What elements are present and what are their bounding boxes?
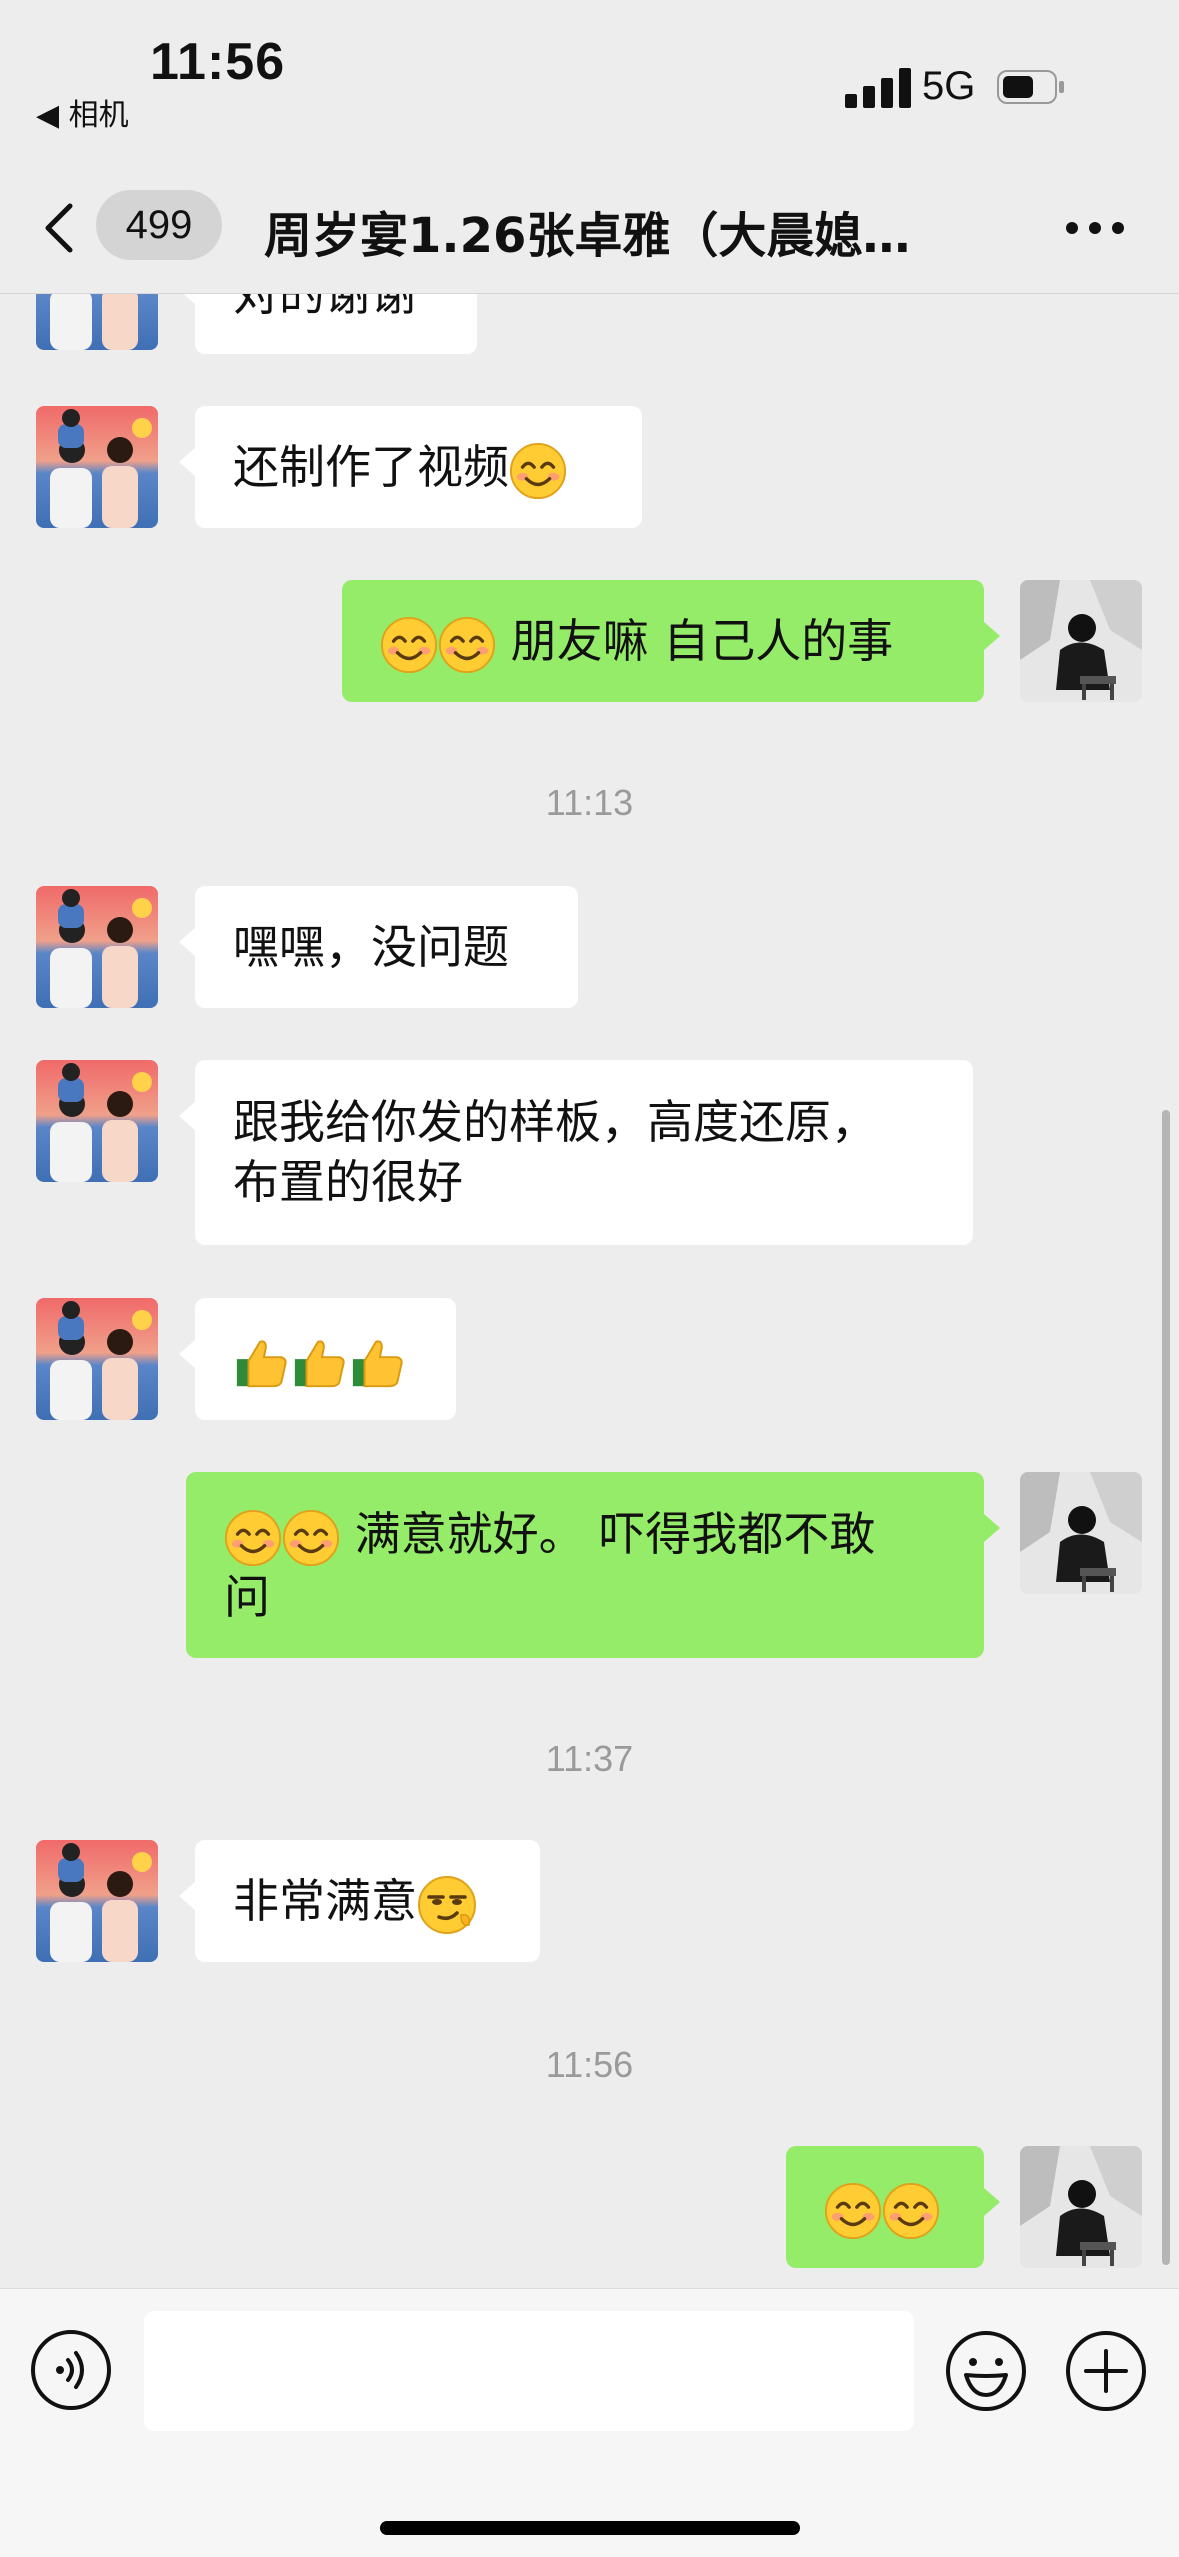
message-text-line: 问 (224, 1569, 270, 1624)
contact-avatar[interactable] (36, 1060, 158, 1182)
message-text: 还制作了视频 (233, 440, 509, 494)
thumbs-up-icon (233, 1334, 291, 1392)
contact-avatar[interactable] (36, 1298, 158, 1420)
input-bar (0, 2288, 1179, 2557)
battery-icon (997, 70, 1064, 104)
message-bubble[interactable]: 非常满意 (179, 1840, 540, 1962)
message-bubble[interactable]: 朋友嘛 自己人的事 (342, 580, 1000, 702)
message-text: 对的谢谢 (233, 294, 417, 321)
signal-icon (845, 68, 911, 108)
message-bubble[interactable] (786, 2146, 1000, 2268)
message-text-line: 满意就好。 吓得我都不敢 (224, 1504, 946, 1567)
contact-avatar[interactable] (36, 1840, 158, 1962)
contact-avatar[interactable] (36, 406, 158, 528)
scrollbar[interactable] (1162, 1110, 1170, 2265)
message-text: 满意就好。 吓得我都不敢 (340, 1507, 876, 1561)
back-to-app-link[interactable]: ◀ 相机 (36, 90, 129, 134)
smiling-face-icon (282, 1509, 340, 1567)
my-avatar[interactable] (1020, 2146, 1142, 2268)
smirking-face-icon (417, 1875, 477, 1935)
voice-icon[interactable] (30, 2329, 112, 2411)
thumbs-up-icon (349, 1334, 407, 1392)
emoji-icon[interactable] (944, 2329, 1028, 2413)
smiling-face-icon (509, 442, 567, 500)
chat-title: 周岁宴1.26张卓雅（大晨媳… (264, 208, 911, 264)
network-type: 5G (922, 64, 976, 108)
smiling-face-icon (824, 2182, 882, 2240)
message-text-line: 跟我给你发的样板，高度还原， (233, 1095, 877, 1149)
message-bubble[interactable]: 对的谢谢 (179, 294, 477, 354)
my-avatar[interactable] (1020, 580, 1142, 702)
contact-avatar[interactable] (36, 294, 158, 350)
smiling-face-icon (380, 616, 438, 674)
contact-avatar[interactable] (36, 886, 158, 1008)
message-input[interactable] (144, 2311, 914, 2431)
more-icon[interactable] (1060, 200, 1130, 256)
thumbs-up-icon (291, 1334, 349, 1392)
timestamp: 11:37 (545, 1738, 634, 1779)
unread-badge[interactable]: 499 (96, 190, 222, 260)
message-list[interactable]: 对的谢谢 还制作了视频 朋友嘛 自己人的事 11:13 嘿嘿，没问题 跟我给你发… (0, 294, 1179, 2288)
message-bubble[interactable]: 嘿嘿，没问题 (179, 886, 578, 1008)
timestamp: 11:56 (545, 2044, 634, 2085)
message-text: 朋友嘛 自己人的事 (496, 614, 894, 668)
message-text: 非常满意 (233, 1874, 417, 1928)
timestamp: 11:13 (545, 782, 634, 823)
clock: 11:56 (150, 33, 286, 91)
status-bar: 11:56 ◀ 相机 5G (0, 0, 1179, 160)
smiling-face-icon (224, 1509, 282, 1567)
message-bubble[interactable] (179, 1298, 456, 1420)
home-indicator[interactable] (380, 2521, 800, 2535)
message-text-line: 布置的很好 (233, 1155, 463, 1209)
message-bubble[interactable]: 跟我给你发的样板，高度还原， 布置的很好 (179, 1060, 973, 1245)
chevron-left-icon[interactable] (40, 200, 80, 256)
plus-icon[interactable] (1064, 2329, 1148, 2413)
message-bubble[interactable]: 还制作了视频 (179, 406, 642, 528)
message-bubble[interactable]: 满意就好。 吓得我都不敢 问 (186, 1472, 1000, 1658)
message-text: 嘿嘿，没问题 (233, 920, 509, 974)
chat-header: 499 周岁宴1.26张卓雅（大晨媳… (0, 160, 1179, 294)
smiling-face-icon (438, 616, 496, 674)
my-avatar[interactable] (1020, 1472, 1142, 1594)
smiling-face-icon (882, 2182, 940, 2240)
